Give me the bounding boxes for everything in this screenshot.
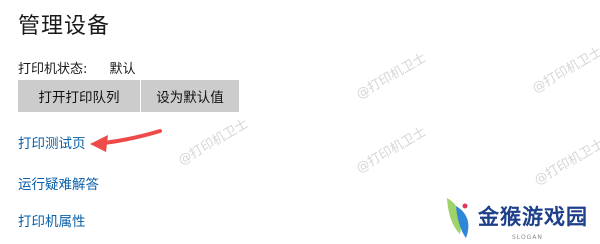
watermark: @打印机卫士 [532, 136, 600, 189]
page-title: 管理设备 [18, 14, 111, 39]
printer-status-row: 打印机状态: 默认 [18, 58, 136, 77]
printer-status-value: 默认 [109, 62, 136, 77]
printer-status-label: 打印机状态: [18, 62, 88, 77]
watermark: @打印机卫士 [530, 44, 600, 97]
set-as-default-button[interactable]: 设为默认值 [141, 80, 239, 112]
printer-properties-link[interactable]: 打印机属性 [18, 210, 86, 230]
site-logo: 金猴游戏园 SLOGAN [444, 194, 588, 241]
print-test-page-link[interactable]: 打印测试页 [18, 132, 86, 152]
red-arrow-annotation [90, 129, 162, 152]
run-troubleshooter-link[interactable]: 运行疑难解答 [18, 173, 99, 193]
logo-mark-icon [447, 198, 469, 238]
logo-slogan: SLOGAN [512, 234, 543, 241]
logo-text: 金猴游戏园 [478, 205, 588, 229]
open-print-queue-button[interactable]: 打开打印队列 [18, 80, 140, 112]
watermark: @打印机卫士 [354, 50, 430, 103]
watermark: @打印机卫士 [354, 124, 430, 177]
watermark: @打印机卫士 [176, 116, 252, 169]
